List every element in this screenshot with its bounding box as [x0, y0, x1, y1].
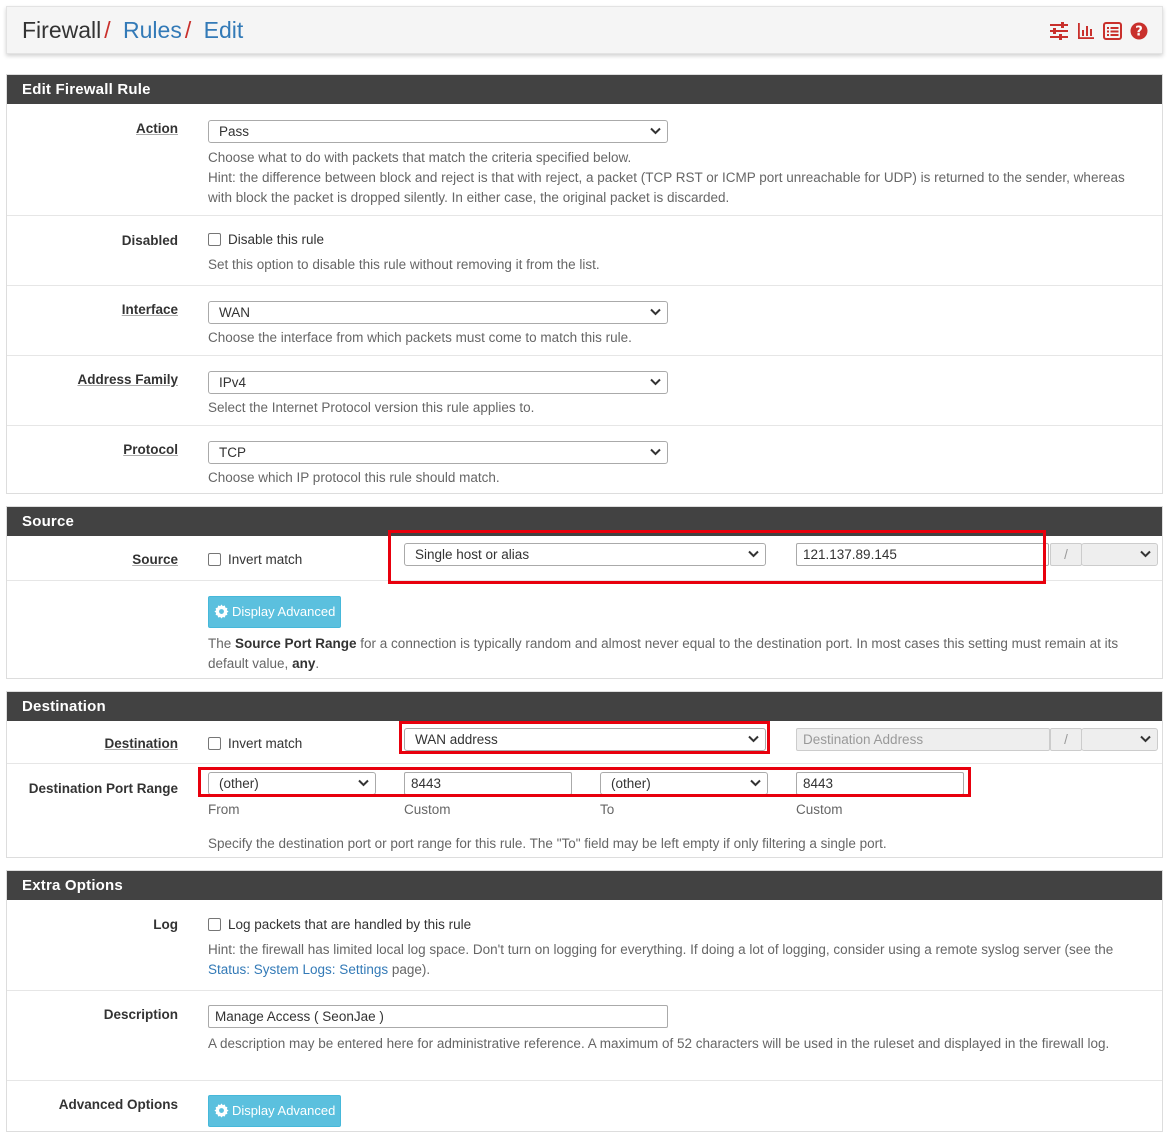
panel-title: Extra Options	[7, 871, 1162, 900]
chevron-down-icon	[1140, 735, 1151, 743]
log-help: Hint: the firewall has limited local log…	[208, 942, 1114, 977]
source-display-advanced-button[interactable]: Display Advanced	[208, 596, 342, 628]
checkbox-box[interactable]	[208, 233, 221, 246]
gear-icon	[214, 604, 229, 619]
advanced-display-advanced-button[interactable]: Display Advanced	[208, 1095, 342, 1127]
destination-invert-checkbox[interactable]: Invert match	[208, 736, 302, 751]
action-label[interactable]: Action	[136, 121, 178, 136]
source-help: The Source Port Range for a connection i…	[208, 636, 1119, 671]
breadcrumb-separator: /	[184, 17, 192, 43]
chevron-down-icon	[650, 448, 661, 456]
interface-help: Choose the interface from which packets …	[208, 330, 632, 345]
destination-mask-slash: /	[1050, 728, 1082, 751]
destination-port-range-label: Destination Port Range	[28, 781, 178, 796]
interface-row: Interface WAN Choose the interface from …	[7, 285, 1162, 355]
source-advanced-row: Display Advanced The Source Port Range f…	[7, 580, 1162, 679]
protocol-label[interactable]: Protocol	[123, 442, 178, 457]
action-help: Choose what to do with packets that matc…	[208, 150, 1125, 205]
svg-text:?: ?	[1135, 25, 1143, 40]
source-invert-checkbox[interactable]: Invert match	[208, 552, 302, 567]
action-select[interactable]: Pass	[208, 120, 668, 143]
page-header: Firewall / Rules / Edit ?	[6, 6, 1163, 54]
bar-chart-icon[interactable]	[1077, 22, 1095, 40]
chevron-down-icon	[650, 378, 661, 386]
chevron-down-icon	[650, 308, 661, 316]
gear-icon	[214, 1103, 229, 1118]
description-input[interactable]: Manage Access ( SeonJae )	[208, 1005, 668, 1028]
destination-mask-select[interactable]	[1081, 728, 1158, 751]
checkbox-box[interactable]	[208, 918, 221, 931]
help-icon[interactable]: ?	[1130, 22, 1148, 40]
panel-title: Destination	[7, 692, 1162, 721]
address-family-label[interactable]: Address Family	[77, 372, 178, 387]
protocol-help: Choose which IP protocol this rule shoul…	[208, 470, 500, 485]
advanced-options-row: Advanced Options Display Advanced	[7, 1080, 1162, 1132]
chevron-down-icon	[1140, 550, 1151, 558]
address-family-row: Address Family IPv4 Select the Internet …	[7, 355, 1162, 425]
chevron-down-icon	[650, 127, 661, 135]
description-label: Description	[103, 1007, 178, 1022]
disable-rule-checkbox[interactable]: Disable this rule	[208, 232, 324, 247]
source-label[interactable]: Source	[132, 552, 178, 567]
disabled-help: Set this option to disable this rule wit…	[208, 257, 600, 272]
panel-title: Edit Firewall Rule	[7, 75, 1162, 104]
edit-rule-panel: Edit Firewall Rule Action Pass Choose wh…	[6, 74, 1163, 494]
log-checkbox[interactable]: Log packets that are handled by this rul…	[208, 917, 471, 932]
destination-port-help: Specify the destination port or port ran…	[208, 836, 887, 851]
description-row: Description Manage Access ( SeonJae ) A …	[7, 990, 1162, 1080]
log-row: Log Log packets that are handled by this…	[7, 900, 1162, 990]
interface-select[interactable]: WAN	[208, 301, 668, 324]
port-from-custom-caption: Custom	[404, 802, 451, 817]
description-help: A description may be entered here for ad…	[208, 1036, 1110, 1051]
port-range-highlight-box	[198, 767, 971, 797]
log-label: Log	[153, 917, 178, 932]
source-mask-slash: /	[1050, 543, 1082, 566]
address-family-help: Select the Internet Protocol version thi…	[208, 400, 535, 415]
list-icon[interactable]	[1103, 22, 1122, 40]
action-row: Action Pass Choose what to do with packe…	[7, 104, 1162, 215]
address-family-select[interactable]: IPv4	[208, 371, 668, 394]
source-highlight-box	[388, 530, 1046, 584]
protocol-select[interactable]: TCP	[208, 441, 668, 464]
breadcrumb-rules-link[interactable]: Rules	[123, 17, 182, 43]
header-toolbar: ?	[1049, 22, 1148, 40]
protocol-row: Protocol TCP Choose which IP protocol th…	[7, 425, 1162, 494]
breadcrumb: Firewall / Rules / Edit	[22, 17, 243, 44]
port-from-caption: From	[208, 802, 240, 817]
advanced-options-label: Advanced Options	[58, 1097, 178, 1112]
disabled-label: Disabled	[121, 233, 178, 248]
destination-label[interactable]: Destination	[104, 736, 178, 751]
system-logs-settings-link[interactable]: Status: System Logs: Settings	[208, 962, 388, 977]
breadcrumb-edit-link[interactable]: Edit	[204, 17, 244, 43]
source-mask-select[interactable]	[1081, 543, 1158, 566]
disabled-row: Disabled Disable this rule Set this opti…	[7, 215, 1162, 285]
destination-address-input[interactable]: Destination Address	[796, 728, 1050, 751]
checkbox-box[interactable]	[208, 737, 221, 750]
interface-label[interactable]: Interface	[122, 302, 178, 317]
extra-options-panel: Extra Options Log Log packets that are h…	[6, 870, 1163, 1132]
breadcrumb-separator: /	[104, 17, 111, 43]
port-to-custom-caption: Custom	[796, 802, 843, 817]
destination-highlight-box	[399, 721, 770, 754]
breadcrumb-firewall: Firewall	[22, 17, 102, 43]
port-to-caption: To	[600, 802, 615, 817]
checkbox-box[interactable]	[208, 553, 221, 566]
sliders-icon[interactable]	[1049, 22, 1069, 40]
